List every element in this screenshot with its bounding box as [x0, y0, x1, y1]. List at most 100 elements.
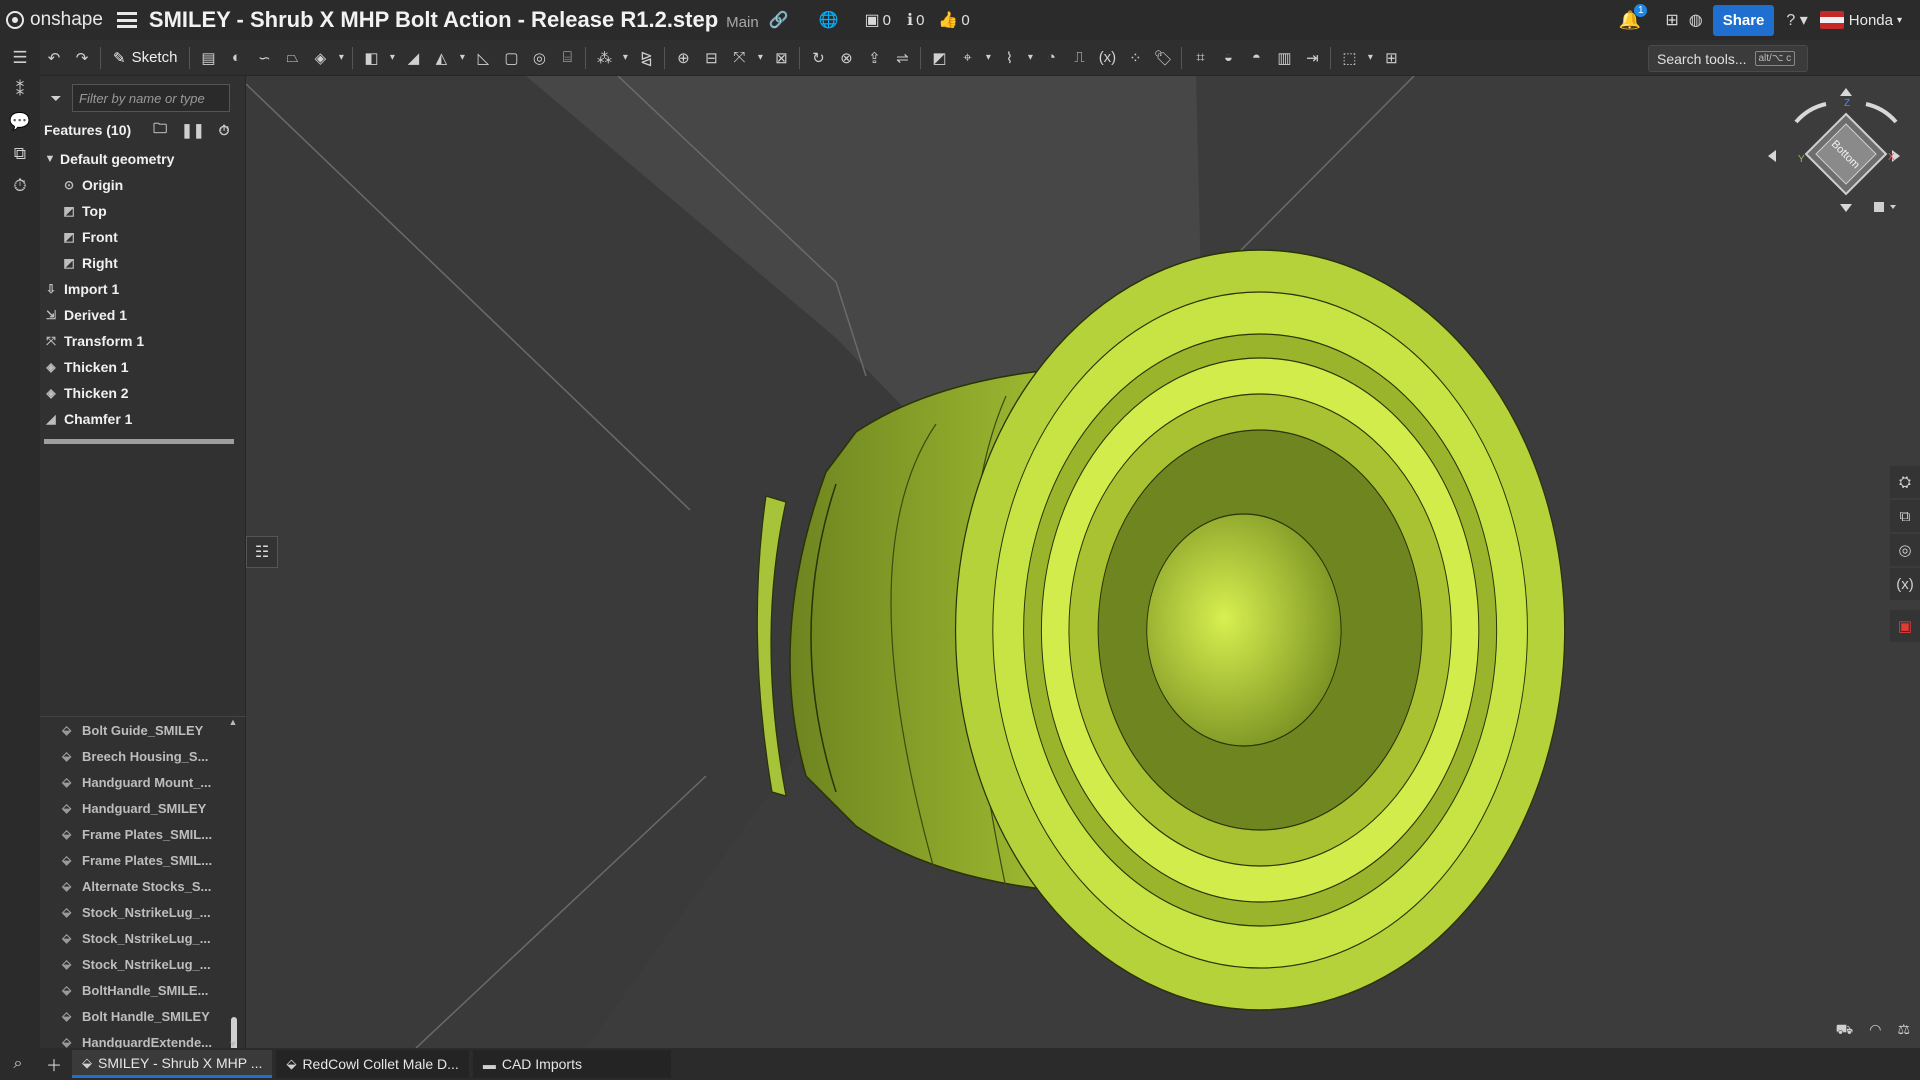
loft-icon[interactable]: ⏢	[278, 44, 306, 72]
list-item[interactable]: ⬙ Frame Plates_SMIL...	[40, 821, 246, 847]
onshape-logo[interactable]: onshape	[6, 9, 103, 31]
chevron-down-icon[interactable]: ▾	[334, 44, 348, 72]
plane-icon[interactable]: ◩	[925, 44, 953, 72]
composite-part-icon[interactable]: ⁘	[1121, 44, 1149, 72]
variables-panel-icon[interactable]: (x)	[1890, 568, 1920, 600]
tab-manager-icon[interactable]: ⌕	[0, 1055, 36, 1073]
frame-icon[interactable]: ⌗	[1186, 44, 1214, 72]
list-item[interactable]: ⬙ Frame Plates_SMIL...	[40, 847, 246, 873]
mirror-icon[interactable]: ⧎	[632, 44, 660, 72]
chevron-down-icon[interactable]: ▾	[981, 44, 995, 72]
chevron-down-icon[interactable]: ▾	[618, 44, 632, 72]
learning-center-icon[interactable]: ◍	[1689, 10, 1703, 30]
parts-scrollbar[interactable]: ▲ ▼	[228, 717, 238, 1048]
tab-redcowl-collet[interactable]: ⬙ RedCowl Collet Male D...	[276, 1050, 469, 1078]
timer-icon[interactable]: ⏱	[219, 122, 230, 139]
tree-item-derived[interactable]: ⇲ Derived 1	[40, 302, 246, 328]
rotate-right-arrow[interactable]	[1865, 102, 1898, 124]
fillet-icon[interactable]: ◧	[357, 44, 385, 72]
enclose-icon[interactable]: ⬚	[1335, 44, 1363, 72]
rollback-bar[interactable]	[44, 439, 234, 444]
undo-icon[interactable]: ↶	[40, 44, 68, 72]
tree-item-origin[interactable]: ⊙ Origin	[40, 172, 246, 198]
list-item[interactable]: ⬙ Handguard Mount_...	[40, 769, 246, 795]
sweep-icon[interactable]: ∽	[250, 44, 278, 72]
variables-icon[interactable]: ⁑	[0, 74, 40, 106]
feature-list-icon[interactable]: ☰	[0, 42, 40, 74]
list-item[interactable]: ⬙ Stock_NstrikeLug_...	[40, 951, 246, 977]
list-item[interactable]: ⬙ Stock_NstrikeLug_...	[40, 925, 246, 951]
pattern-icon[interactable]: ⁂	[590, 44, 618, 72]
rotate-left-arrow[interactable]	[1794, 102, 1827, 124]
sketch-button[interactable]: ✎ Sketch	[105, 49, 185, 67]
shell-icon[interactable]: ▢	[497, 44, 525, 72]
tab-cad-imports[interactable]: ▬ CAD Imports	[472, 1050, 671, 1078]
parts-icon[interactable]: ⧉	[0, 138, 40, 170]
mass-properties-icon[interactable]: ⚖	[1897, 1021, 1910, 1040]
tree-default-geometry[interactable]: ▼ Default geometry	[40, 146, 246, 172]
app-grid-icon[interactable]: ⊞	[1665, 10, 1678, 30]
view-cube[interactable]: Bottom Z X Y	[1756, 84, 1906, 244]
help-icon[interactable]: ? ▾	[1786, 10, 1807, 30]
notifications-button[interactable]: 🔔 1	[1619, 3, 1648, 31]
configurations-icon[interactable]: ⧉	[1890, 500, 1920, 532]
view-menu-icon[interactable]	[1874, 202, 1884, 212]
arrow-down-icon[interactable]	[1840, 204, 1852, 212]
thicken-icon[interactable]: ◈	[306, 44, 334, 72]
move-face-icon[interactable]: ⇪	[860, 44, 888, 72]
graphics-viewport[interactable]: ☷ Bottom Z X Y ⛭ ⧉ ◎ (x) ▣ ⛟ ◠ ⚖	[246, 76, 1920, 1048]
appearance-icon[interactable]: ⛭	[1890, 466, 1920, 498]
tree-item-import[interactable]: ⇩ Import 1	[40, 276, 246, 302]
surface-icon[interactable]: ◒	[1214, 44, 1242, 72]
transform-icon[interactable]: ⤧	[725, 44, 753, 72]
scroll-down-icon[interactable]: ▼	[228, 1039, 238, 1048]
list-item[interactable]: ⬙ BoltHandle_SMILE...	[40, 977, 246, 1003]
tree-item-chamfer[interactable]: ◢ Chamfer 1	[40, 406, 246, 432]
list-item[interactable]: ⬙ HandguardExtende...	[40, 1029, 246, 1049]
list-item[interactable]: ⬙ Alternate Stocks_S...	[40, 873, 246, 899]
sheet-metal-icon[interactable]: ⎍	[1065, 44, 1093, 72]
render-studio-icon[interactable]: ▣	[1890, 610, 1920, 642]
3d-scene[interactable]	[246, 76, 1920, 1048]
chevron-down-icon[interactable]: ▾	[753, 44, 767, 72]
arrow-left-icon[interactable]	[1768, 150, 1776, 162]
tree-item-thicken-2[interactable]: ◈ Thicken 2	[40, 380, 246, 406]
chamfer-icon[interactable]: ◢	[399, 44, 427, 72]
info-button[interactable]: ℹ 0	[907, 10, 924, 30]
comments-icon[interactable]: 💬	[0, 106, 40, 138]
list-item[interactable]: ⬙ Bolt Guide_SMILEY	[40, 717, 246, 743]
list-toggle-button[interactable]: ☷	[246, 536, 278, 568]
add-tab-icon[interactable]: ＋	[36, 1052, 72, 1076]
tab-part-studio[interactable]: ⬙ SMILEY - Shrub X MHP ...	[72, 1050, 273, 1078]
extend-icon[interactable]: ⇥	[1298, 44, 1326, 72]
search-tools-button[interactable]: Search tools... alt/⌥ c	[1648, 45, 1808, 72]
add-custom-feature-icon[interactable]: ⊞	[1377, 44, 1405, 72]
fill-icon[interactable]: ▥	[1270, 44, 1298, 72]
like-button[interactable]: 👍 0	[938, 10, 969, 30]
caret-down-icon[interactable]: ▼	[40, 153, 60, 165]
cylinder-icon[interactable]: ⌸	[553, 44, 581, 72]
tag-icon[interactable]: 🏷	[1149, 44, 1177, 72]
pause-icon[interactable]: ❚❚	[181, 122, 204, 139]
public-globe-icon[interactable]: 🌐	[819, 10, 839, 30]
arrow-up-icon[interactable]	[1840, 88, 1852, 96]
link-icon[interactable]: 🔗	[769, 10, 789, 30]
tree-item-thicken-1[interactable]: ◈ Thicken 1	[40, 354, 246, 380]
mate-connector-icon[interactable]: ⌖	[953, 44, 981, 72]
delete-part-icon[interactable]: ⊠	[767, 44, 795, 72]
new-folder-icon[interactable]: 🗀	[153, 118, 167, 142]
fit-spline-icon[interactable]: ◔	[1037, 44, 1065, 72]
share-button[interactable]: Share	[1712, 4, 1775, 36]
chevron-down-icon[interactable]	[1890, 205, 1896, 209]
replace-face-icon[interactable]: ⇌	[888, 44, 916, 72]
display-mode-icon[interactable]: ◠	[1869, 1021, 1881, 1040]
split-icon[interactable]: ⊟	[697, 44, 725, 72]
delete-face-icon[interactable]: ⊗	[832, 44, 860, 72]
tree-item-right-plane[interactable]: ◩ Right	[40, 250, 246, 276]
hole-icon[interactable]: ◎	[525, 44, 553, 72]
list-item[interactable]: ⬙ Stock_NstrikeLug_...	[40, 899, 246, 925]
tree-item-front-plane[interactable]: ◩ Front	[40, 224, 246, 250]
draft-icon[interactable]: ◭	[427, 44, 455, 72]
tree-item-transform[interactable]: ⤧ Transform 1	[40, 328, 246, 354]
section-view-icon[interactable]: ⛟	[1836, 1021, 1854, 1040]
